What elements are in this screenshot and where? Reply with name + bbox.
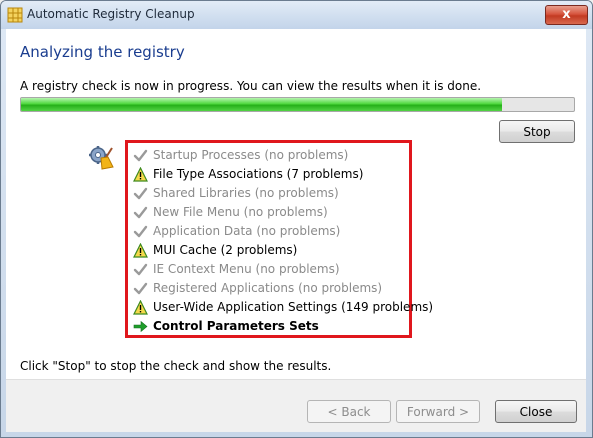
scan-progress-bar bbox=[20, 97, 575, 112]
close-icon: x bbox=[562, 7, 571, 22]
checkmark-icon bbox=[133, 262, 148, 277]
check-item-label: File Type Associations (7 problems) bbox=[153, 167, 364, 181]
check-item-label: New File Menu (no problems) bbox=[153, 205, 328, 219]
check-item-label: Control Parameters Sets bbox=[153, 319, 319, 333]
scan-progress-fill bbox=[21, 98, 503, 111]
window-close-button[interactable]: x bbox=[545, 5, 588, 25]
stop-button[interactable]: Stop bbox=[499, 120, 575, 143]
check-item-label: Startup Processes (no problems) bbox=[153, 148, 349, 162]
forward-button[interactable]: Forward > bbox=[396, 400, 480, 423]
checkmark-icon bbox=[133, 205, 148, 220]
progress-description: A registry check is now in progress. You… bbox=[20, 79, 482, 93]
warning-icon bbox=[133, 242, 148, 258]
checkmark-icon bbox=[133, 186, 148, 201]
close-button[interactable]: Close bbox=[495, 400, 577, 423]
registry-checks-list: Startup Processes (no problems) File Type… bbox=[125, 140, 433, 338]
window-title: Automatic Registry Cleanup bbox=[27, 7, 195, 21]
gear-broom-icon bbox=[89, 146, 114, 170]
check-item-label: IE Context Menu (no problems) bbox=[153, 262, 340, 276]
registry-cleanup-window: Automatic Registry Cleanup x Analyzing t… bbox=[0, 0, 593, 438]
warning-icon bbox=[133, 166, 148, 182]
arrow-right-icon bbox=[133, 319, 148, 334]
back-button[interactable]: < Back bbox=[307, 400, 391, 423]
checkmark-icon bbox=[133, 281, 148, 296]
checkmark-icon bbox=[133, 148, 148, 163]
wizard-footer: < Back Forward > Close bbox=[6, 379, 586, 432]
page-heading: Analyzing the registry bbox=[20, 43, 185, 61]
warning-icon bbox=[133, 299, 148, 315]
check-item-label: MUI Cache (2 problems) bbox=[153, 243, 298, 257]
checkmark-icon bbox=[133, 224, 148, 239]
title-bar[interactable]: Automatic Registry Cleanup x bbox=[1, 1, 592, 29]
wizard-content: Analyzing the registry A registry check … bbox=[6, 29, 586, 432]
check-item-label: Registered Applications (no problems) bbox=[153, 281, 383, 295]
registry-grid-icon bbox=[7, 7, 23, 23]
check-item-label: Shared Libraries (no problems) bbox=[153, 186, 339, 200]
check-item-label: Application Data (no problems) bbox=[153, 224, 341, 238]
check-item-label: User-Wide Application Settings (149 prob… bbox=[153, 300, 434, 314]
stop-hint-text: Click "Stop" to stop the check and show … bbox=[20, 359, 332, 373]
